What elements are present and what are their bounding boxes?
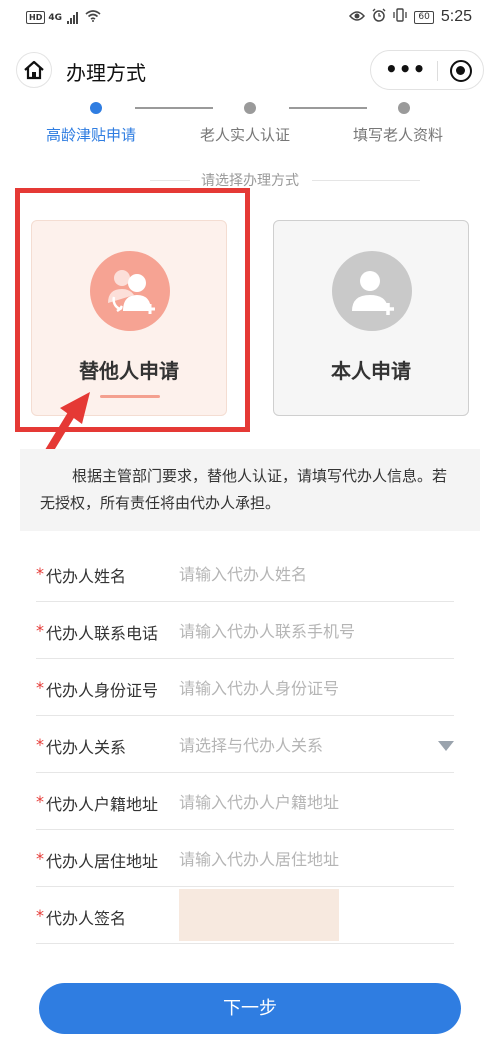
proxy-phone-input[interactable] [179, 618, 449, 644]
field-label: 代办人户籍地址 [46, 795, 159, 814]
status-bar: HD 4G 60 5:25 [0, 0, 500, 36]
battery-icon: 60 [414, 10, 434, 24]
nav-bar: 办理方式 ••• [0, 44, 500, 94]
clock-time: 5:25 [440, 8, 472, 25]
form-row-residence-address: * 代办人居住地址 [36, 830, 454, 887]
miniprogram-capsule: ••• [370, 50, 484, 90]
field-label: 代办人联系电话 [46, 624, 159, 643]
divider-right [312, 180, 420, 181]
form-row-phone: * 代办人联系电话 [36, 602, 454, 659]
step-dot-1 [90, 102, 102, 114]
choose-method-hint: 请选择办理方式 [201, 173, 299, 189]
progress-steps: 高龄津贴申请 老人实人认证 填写老人资料 [0, 98, 500, 153]
field-label: 代办人关系 [46, 738, 127, 757]
option-card-self[interactable]: 本人申请 [273, 220, 469, 416]
step-dot-2 [244, 102, 256, 114]
field-label: 代办人身份证号 [46, 681, 159, 700]
signature-pad[interactable] [179, 889, 339, 941]
status-right: 60 5:25 [349, 8, 472, 26]
form-row-relation[interactable]: * 代办人关系 [36, 716, 454, 773]
form-row-name: * 代办人姓名 [36, 545, 454, 602]
required-mark: * [36, 792, 44, 811]
form-row-id: * 代办人身份证号 [36, 659, 454, 716]
chevron-down-icon[interactable] [438, 741, 454, 751]
required-mark: * [36, 735, 44, 754]
status-left: HD 4G [26, 10, 101, 25]
required-mark: * [36, 564, 44, 583]
alarm-icon [372, 8, 386, 26]
step-label-3: 填写老人资料 [353, 126, 444, 144]
form-row-signature: * 代办人签名 [36, 887, 454, 944]
page-title: 办理方式 [66, 61, 146, 85]
option-label-self: 本人申请 [331, 359, 411, 383]
field-label: 代办人姓名 [46, 567, 127, 586]
wifi-icon [85, 10, 101, 25]
step-label-2: 老人实人认证 [200, 126, 291, 144]
required-mark: * [36, 678, 44, 697]
field-label: 代办人居住地址 [46, 852, 159, 871]
vibrate-icon [393, 8, 408, 26]
required-mark: * [36, 849, 44, 868]
more-icon[interactable]: ••• [385, 59, 425, 80]
proxy-id-input[interactable] [179, 675, 449, 701]
form-row-household-address: * 代办人户籍地址 [36, 773, 454, 830]
proxy-household-address-input[interactable] [179, 789, 449, 815]
home-icon [24, 60, 44, 80]
step-line-2 [289, 107, 367, 109]
signal-icon [67, 11, 78, 24]
field-label: 代办人签名 [46, 909, 127, 928]
next-step-button[interactable]: 下一步 [39, 983, 461, 1034]
proxy-relation-select[interactable] [179, 732, 449, 758]
required-mark: * [36, 906, 44, 925]
eye-icon [349, 8, 366, 26]
home-button[interactable] [16, 52, 52, 88]
step-label-1: 高龄津贴申请 [46, 126, 137, 144]
hd-badge: HD [26, 11, 46, 24]
network-type: 4G [48, 12, 62, 23]
self-user-icon [332, 251, 412, 331]
step-dot-3 [398, 102, 410, 114]
close-miniprogram-icon[interactable] [450, 60, 472, 82]
capsule-divider [437, 61, 438, 81]
proxy-name-input[interactable] [179, 561, 449, 587]
required-mark: * [36, 621, 44, 640]
step-line-1 [135, 107, 213, 109]
proxy-residence-address-input[interactable] [179, 846, 449, 872]
notice-box: 根据主管部门要求，替他人认证，请填写代办人信息。若无授权，所有责任将由代办人承担… [20, 449, 480, 531]
